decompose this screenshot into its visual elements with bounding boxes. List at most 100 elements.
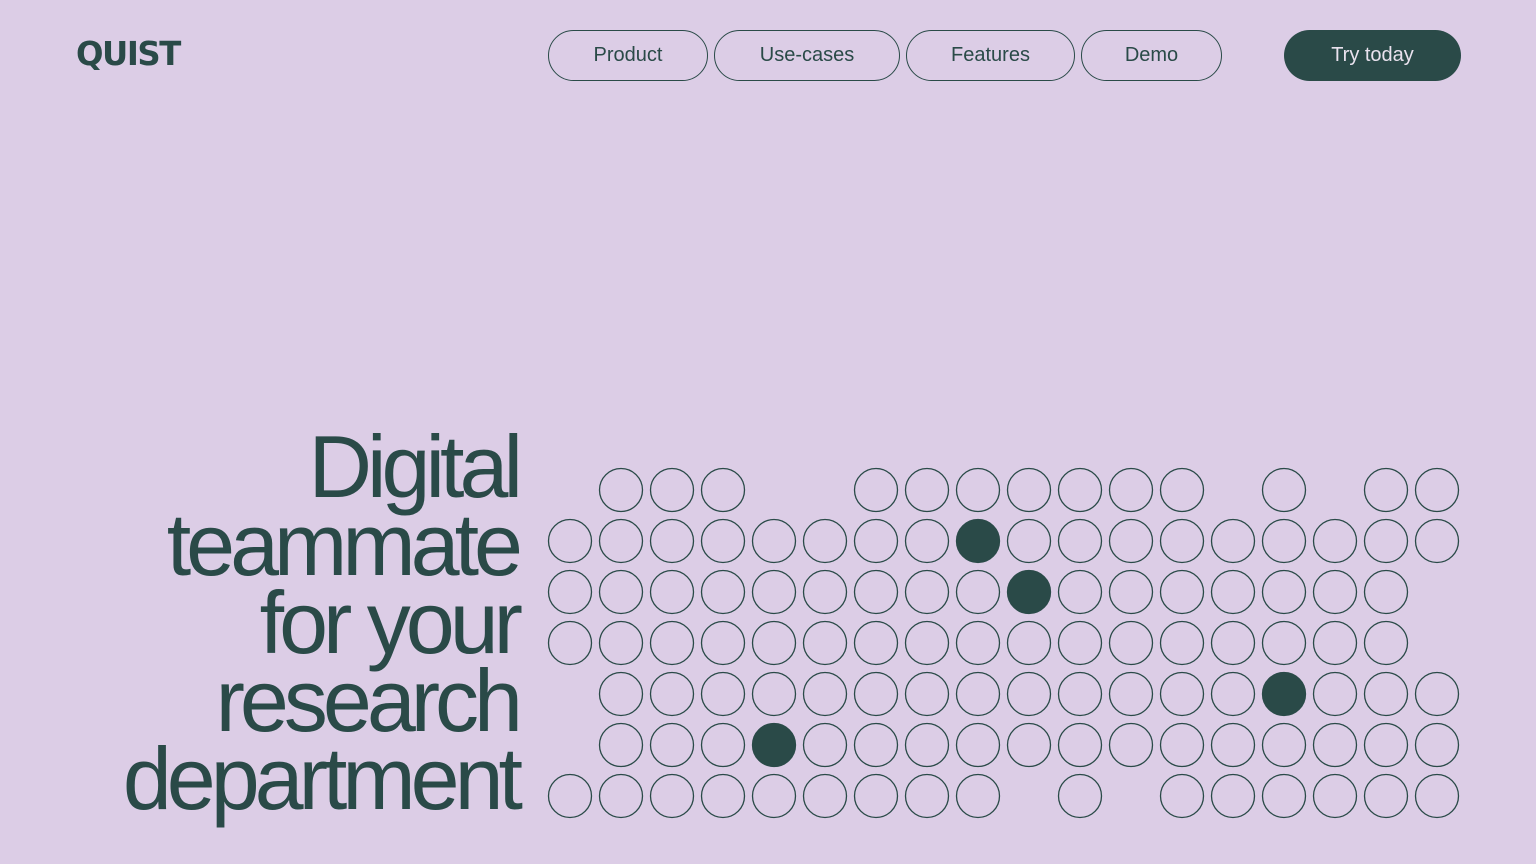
outline-dot: [1210, 569, 1256, 615]
filled-dot: [751, 722, 797, 768]
outline-dot: [802, 773, 848, 819]
outline-dot: [802, 569, 848, 615]
outline-dot: [904, 518, 950, 564]
outline-dot: [649, 773, 695, 819]
outline-dot: [955, 671, 1001, 717]
outline-dot: [1414, 773, 1460, 819]
outline-dot: [649, 722, 695, 768]
outline-dot: [598, 773, 644, 819]
outline-dot: [598, 569, 644, 615]
outline-dot: [1312, 671, 1358, 717]
outline-dot: [904, 569, 950, 615]
filled-dot: [955, 518, 1001, 564]
outline-dot: [1363, 467, 1409, 513]
outline-dot: [1159, 569, 1205, 615]
outline-dot: [1108, 620, 1154, 666]
outline-dot: [1414, 467, 1460, 513]
outline-dot: [598, 722, 644, 768]
outline-dot: [853, 722, 899, 768]
outline-dot: [700, 773, 746, 819]
outline-dot: [1057, 620, 1103, 666]
outline-dot: [1210, 518, 1256, 564]
outline-dot: [649, 620, 695, 666]
outline-dot: [649, 467, 695, 513]
outline-dot: [1057, 569, 1103, 615]
outline-dot: [1108, 722, 1154, 768]
outline-dot: [904, 671, 950, 717]
outline-dot: [853, 773, 899, 819]
outline-dot: [1210, 620, 1256, 666]
outline-dot: [1261, 722, 1307, 768]
outline-dot: [751, 569, 797, 615]
outline-dot: [1414, 722, 1460, 768]
outline-dot: [751, 518, 797, 564]
outline-dot: [1159, 671, 1205, 717]
outline-dot: [1006, 518, 1052, 564]
outline-dot: [547, 620, 593, 666]
outline-dot: [802, 620, 848, 666]
outline-dot: [649, 671, 695, 717]
nav-use-cases-button[interactable]: Use-cases: [714, 30, 900, 81]
nav-demo-button[interactable]: Demo: [1081, 30, 1222, 81]
outline-dot: [955, 722, 1001, 768]
outline-dot: [700, 569, 746, 615]
outline-dot: [904, 467, 950, 513]
outline-dot: [1108, 467, 1154, 513]
outline-dot: [649, 518, 695, 564]
nav-features-button[interactable]: Features: [906, 30, 1075, 81]
outline-dot: [1210, 671, 1256, 717]
outline-dot: [853, 569, 899, 615]
filled-dot: [1261, 671, 1307, 717]
outline-dot: [751, 620, 797, 666]
outline-dot: [1363, 569, 1409, 615]
outline-dot: [904, 773, 950, 819]
outline-dot: [1363, 620, 1409, 666]
outline-dot: [1159, 467, 1205, 513]
outline-dot: [1261, 569, 1307, 615]
outline-dot: [1261, 773, 1307, 819]
outline-dot: [1159, 722, 1205, 768]
hero-headline: Digital teammate for your research depar…: [122, 423, 523, 828]
outline-dot: [598, 467, 644, 513]
outline-dot: [1108, 569, 1154, 615]
outline-dot: [1363, 518, 1409, 564]
outline-dot: [1159, 518, 1205, 564]
outline-dot: [1312, 620, 1358, 666]
outline-dot: [598, 518, 644, 564]
outline-dot: [1312, 722, 1358, 768]
outline-dot: [1108, 518, 1154, 564]
outline-dot: [598, 671, 644, 717]
headline-line: department: [122, 729, 523, 828]
filled-dot: [1006, 569, 1052, 615]
outline-dot: [1006, 620, 1052, 666]
outline-dot: [1006, 467, 1052, 513]
outline-dot: [1057, 671, 1103, 717]
outline-dot: [1006, 671, 1052, 717]
outline-dot: [1210, 773, 1256, 819]
outline-dot: [1057, 773, 1103, 819]
outline-dot: [1312, 518, 1358, 564]
outline-dot: [955, 467, 1001, 513]
outline-dot: [904, 620, 950, 666]
outline-dot: [1159, 773, 1205, 819]
outline-dot: [700, 722, 746, 768]
outline-dot: [802, 671, 848, 717]
outline-dot: [1057, 722, 1103, 768]
outline-dot: [802, 722, 848, 768]
outline-dot: [649, 569, 695, 615]
outline-dot: [1414, 671, 1460, 717]
outline-dot: [853, 620, 899, 666]
try-today-button[interactable]: Try today: [1284, 30, 1461, 81]
outline-dot: [1414, 518, 1460, 564]
outline-dot: [1108, 671, 1154, 717]
outline-dot: [1363, 773, 1409, 819]
outline-dot: [1006, 722, 1052, 768]
outline-dot: [802, 518, 848, 564]
outline-dot: [751, 773, 797, 819]
quist-logo[interactable]: QUIST: [76, 34, 181, 74]
outline-dot: [1261, 620, 1307, 666]
outline-dot: [1210, 722, 1256, 768]
outline-dot: [904, 722, 950, 768]
nav-product-button[interactable]: Product: [548, 30, 708, 81]
outline-dot: [1159, 620, 1205, 666]
